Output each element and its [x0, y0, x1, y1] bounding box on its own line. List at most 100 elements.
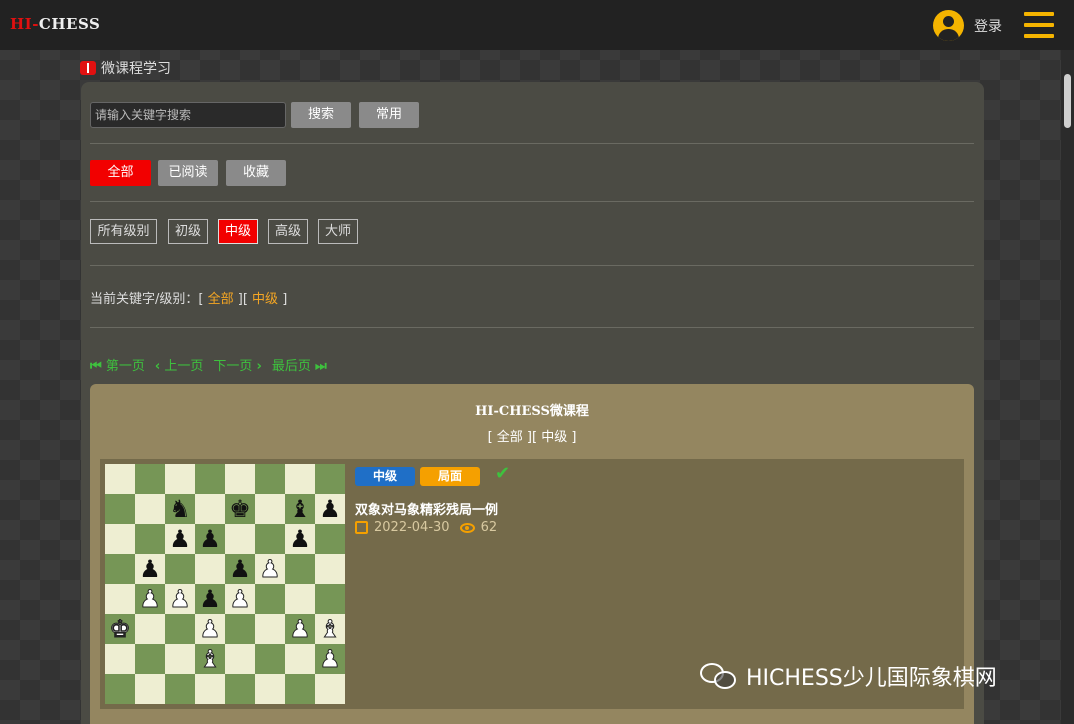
- course-title: HI-CHESS微课程: [475, 404, 589, 419]
- black-king-icon: ♚: [229, 495, 251, 523]
- search-input[interactable]: [90, 102, 286, 128]
- user-avatar-icon[interactable]: [933, 10, 964, 41]
- first-page-icon: ⏮: [90, 359, 102, 374]
- white-pawn-icon: ♟: [259, 555, 281, 583]
- divider: [90, 327, 974, 328]
- white-pawn-icon: ♟: [169, 585, 191, 613]
- board-square: ♟: [195, 584, 225, 614]
- level-beginner[interactable]: 初级: [168, 219, 208, 244]
- board-square: ♟: [255, 554, 285, 584]
- board-square: ♟: [315, 494, 345, 524]
- black-pawn-icon: ♟: [319, 495, 341, 523]
- board-square: [105, 584, 135, 614]
- black-pawn-icon: ♟: [199, 585, 221, 613]
- last-page-link[interactable]: 最后页 ⏭: [272, 355, 327, 374]
- board-square: [285, 644, 315, 674]
- board-square: [315, 554, 345, 584]
- scrollbar-thumb[interactable]: [1064, 74, 1071, 128]
- board-square: [135, 524, 165, 554]
- pagination: ⏮ 第一页 ‹ 上一页 下一页 › 最后页 ⏭: [90, 355, 327, 374]
- current-keyword[interactable]: 全部: [208, 292, 234, 307]
- white-pawn-icon: ♟: [139, 585, 161, 613]
- white-pawn-icon: ♟: [319, 645, 341, 673]
- board-square: [195, 464, 225, 494]
- type-tag: 局面: [420, 467, 480, 486]
- white-king-icon: ♚: [109, 615, 131, 643]
- board-square: ♟: [285, 614, 315, 644]
- board-square: [105, 554, 135, 584]
- prev-page-link[interactable]: ‹ 上一页: [155, 355, 204, 374]
- board-square: [105, 524, 135, 554]
- board-square: [285, 584, 315, 614]
- wechat-icon: [700, 661, 738, 691]
- hamburger-menu-icon[interactable]: [1024, 12, 1054, 38]
- board-square: [105, 644, 135, 674]
- board-square: [195, 674, 225, 704]
- black-pawn-icon: ♟: [199, 525, 221, 553]
- logo-chess: CHESS: [38, 15, 101, 33]
- board-square: ♟: [285, 524, 315, 554]
- section-title-text: 微课程学习: [101, 61, 171, 77]
- level-intermediate[interactable]: 中级: [218, 219, 258, 244]
- logo-hi: HI-: [10, 15, 39, 33]
- board-square: ♟: [225, 584, 255, 614]
- board-square: [285, 554, 315, 584]
- level-advanced[interactable]: 高级: [268, 219, 308, 244]
- board-square: ♟: [135, 584, 165, 614]
- first-page-link[interactable]: ⏮ 第一页: [90, 355, 145, 374]
- board-square: [165, 554, 195, 584]
- main-panel: 搜索 常用 全部 已阅读 收藏 所有级别 初级 中级 高级 大师 当前关键字/级…: [81, 82, 984, 724]
- current-level[interactable]: 中级: [252, 292, 278, 307]
- black-bishop-icon: ♝: [289, 495, 311, 523]
- site-logo[interactable]: HI-CHESS: [10, 15, 100, 33]
- chess-board[interactable]: ♞ ♚ ♝ ♟ ♟ ♟ ♟ ♟ ♟ ♟ ♟ ♟ ♟ ♟ ♚ ♟ ♟ ♝ ♝ ♟: [105, 464, 345, 704]
- chevron-left-icon: ‹: [154, 359, 161, 374]
- board-square: [225, 644, 255, 674]
- board-square: [255, 494, 285, 524]
- black-pawn-icon: ♟: [229, 555, 251, 583]
- board-square: ♟: [135, 554, 165, 584]
- board-square: [165, 464, 195, 494]
- scrollbar[interactable]: [1061, 50, 1074, 724]
- divider: [90, 201, 974, 202]
- board-square: ♞: [165, 494, 195, 524]
- level-all[interactable]: 所有级别: [90, 219, 157, 244]
- section-title: 微课程学习: [80, 58, 171, 78]
- board-square: ♟: [195, 614, 225, 644]
- filter-read-button[interactable]: 已阅读: [158, 160, 218, 186]
- board-square: [315, 584, 345, 614]
- course-card-title[interactable]: 双象对马象精彩残局一例: [355, 499, 498, 518]
- board-square: ♟: [315, 644, 345, 674]
- board-square: [255, 464, 285, 494]
- board-square: ♚: [225, 494, 255, 524]
- board-square: [135, 464, 165, 494]
- login-link[interactable]: 登录: [974, 16, 1002, 36]
- search-button[interactable]: 搜索: [291, 102, 351, 128]
- course-card-meta: 2022-04-30 62: [355, 520, 497, 535]
- next-page-link[interactable]: 下一页 ›: [213, 355, 262, 374]
- board-square: ♝: [195, 644, 225, 674]
- board-square: ♚: [105, 614, 135, 644]
- common-button[interactable]: 常用: [359, 102, 419, 128]
- course-date: 2022-04-30: [374, 520, 450, 535]
- filter-all-button[interactable]: 全部: [90, 160, 151, 186]
- board-square: [285, 464, 315, 494]
- level-tag: 中级: [355, 467, 415, 486]
- board-square: [255, 584, 285, 614]
- white-bishop-icon: ♝: [199, 645, 221, 673]
- filter-favorite-button[interactable]: 收藏: [226, 160, 286, 186]
- board-square: [105, 494, 135, 524]
- board-square: [285, 674, 315, 704]
- white-pawn-icon: ♟: [199, 615, 221, 643]
- board-square: ♝: [315, 614, 345, 644]
- board-square: [225, 674, 255, 704]
- eye-icon: [459, 522, 475, 533]
- last-page-icon: ⏭: [315, 359, 327, 374]
- board-square: [255, 644, 285, 674]
- white-bishop-icon: ♝: [319, 615, 341, 643]
- book-icon: [80, 61, 96, 75]
- board-square: [135, 674, 165, 704]
- level-master[interactable]: 大师: [318, 219, 358, 244]
- board-square: ♟: [225, 554, 255, 584]
- board-square: [255, 674, 285, 704]
